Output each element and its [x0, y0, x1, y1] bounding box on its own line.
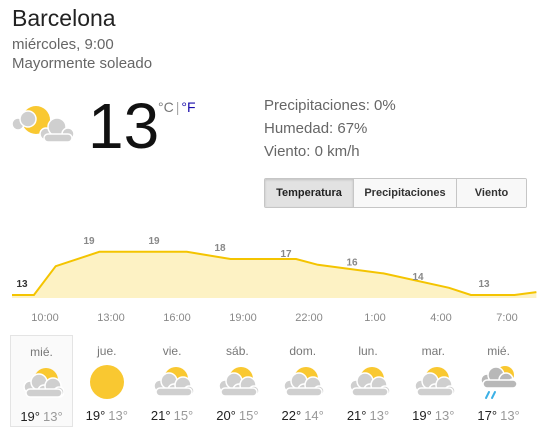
chart-value-label: 18	[214, 243, 226, 254]
precipitation-detail: Precipitaciones: 0%	[264, 97, 396, 114]
chart-x-tick: 4:00	[430, 312, 451, 324]
unit-fahrenheit-link[interactable]: °F	[181, 99, 195, 115]
date-time: miércoles, 9:00	[12, 36, 114, 53]
forecast-low: 15°	[238, 408, 259, 423]
forecast-day-name: mié.	[487, 344, 510, 358]
current-temperature: 13	[88, 90, 160, 162]
forecast-day[interactable]: dom. 22° 14°	[271, 335, 334, 427]
forecast-low: 13°	[108, 408, 128, 423]
forecast-day[interactable]: mié. 17° 13°	[467, 335, 530, 427]
forecast-low: 14°	[304, 408, 324, 423]
forecast-temps: 21° 15°	[141, 408, 204, 423]
forecast-high: 19°	[85, 408, 106, 423]
forecast-high: 22°	[281, 408, 302, 423]
forecast-temps: 20° 15°	[206, 408, 269, 423]
chart-x-tick: 10:00	[31, 312, 59, 324]
partly-cloudy-icon	[152, 363, 195, 401]
forecast-low: 13°	[369, 408, 390, 423]
daily-forecast: mié. 19° 13° jue. 19° 13° vie. 21° 15° sáb. 20° 15°…	[10, 335, 535, 430]
forecast-day-name: sáb.	[226, 344, 249, 358]
forecast-high: 20°	[216, 408, 236, 423]
partly-cloudy-icon	[282, 363, 325, 401]
unit-switcher: °C | °F	[158, 99, 196, 115]
forecast-day-name: dom.	[289, 344, 317, 358]
forecast-day[interactable]: mié. 19° 13°	[10, 335, 73, 427]
sunny-icon	[86, 363, 128, 401]
chart-x-tick: 22:00	[295, 312, 323, 324]
chart-value-label: 14	[412, 272, 424, 283]
forecast-temps: 19° 13°	[75, 408, 138, 423]
forecast-day[interactable]: jue. 19° 13°	[75, 335, 138, 427]
chart-value-label: 13	[478, 279, 490, 290]
partly-cloudy-icon	[413, 363, 456, 401]
rain-icon	[478, 363, 520, 401]
chart-value-label: 19	[148, 236, 160, 247]
forecast-day[interactable]: lun. 21° 13°	[337, 335, 400, 427]
forecast-high: 21°	[346, 408, 367, 423]
temperature-chart: 13 19 19 18 17 16 14 13 10:00 13:00 16:00 19:00 22:…	[12, 236, 537, 324]
forecast-day[interactable]: sáb. 20° 15°	[206, 335, 269, 427]
partly-sunny-icon	[10, 96, 76, 152]
partly-cloudy-icon	[22, 364, 65, 402]
forecast-low: 15°	[173, 408, 194, 423]
partly-cloudy-icon	[348, 363, 391, 401]
tab-temperature[interactable]: Temperatura	[265, 179, 353, 207]
tab-precipitation[interactable]: Precipitaciones	[353, 179, 456, 207]
chart-tabs: Temperatura Precipitaciones Viento	[264, 178, 527, 208]
partly-cloudy-icon	[217, 363, 260, 401]
forecast-temps: 19° 13°	[11, 409, 72, 424]
chart-value-label: 16	[346, 257, 358, 268]
chart-value-label: 19	[83, 236, 95, 247]
forecast-day-name: mar.	[421, 344, 445, 358]
forecast-day-name: jue.	[97, 344, 117, 358]
forecast-low: 13°	[43, 409, 63, 424]
forecast-day-name: mié.	[30, 345, 53, 359]
unit-separator: |	[175, 99, 180, 115]
tab-wind[interactable]: Viento	[456, 179, 526, 207]
wind-detail: Viento: 0 km/h	[264, 143, 360, 160]
forecast-high: 17°	[477, 408, 498, 423]
chart-x-tick: 19:00	[229, 312, 257, 324]
forecast-low: 13°	[434, 408, 455, 423]
chart-x-tick: 16:00	[163, 312, 191, 324]
forecast-day-name: lun.	[358, 344, 378, 358]
forecast-day[interactable]: vie. 21° 15°	[141, 335, 204, 427]
forecast-high: 21°	[150, 408, 171, 423]
chart-x-tick: 1:00	[364, 312, 385, 324]
forecast-temps: 17° 13°	[467, 408, 530, 423]
location-title: Barcelona	[12, 5, 116, 31]
forecast-low: 13°	[500, 408, 520, 423]
forecast-high: 19°	[20, 409, 40, 424]
unit-celsius: °C	[158, 99, 174, 115]
forecast-temps: 19° 13°	[402, 408, 465, 423]
chart-value-label: 17	[280, 249, 292, 260]
humidity-detail: Humedad: 67%	[264, 120, 368, 137]
forecast-day-name: vie.	[162, 344, 182, 358]
chart-value-label: 13	[16, 279, 28, 290]
weather-condition: Mayormente soleado	[12, 55, 153, 72]
forecast-high: 19°	[412, 408, 432, 423]
forecast-temps: 21° 13°	[337, 408, 400, 423]
forecast-day[interactable]: mar. 19° 13°	[402, 335, 465, 427]
forecast-temps: 22° 14°	[271, 408, 334, 423]
chart-x-tick: 13:00	[97, 312, 125, 324]
chart-x-tick: 7:00	[496, 312, 517, 324]
